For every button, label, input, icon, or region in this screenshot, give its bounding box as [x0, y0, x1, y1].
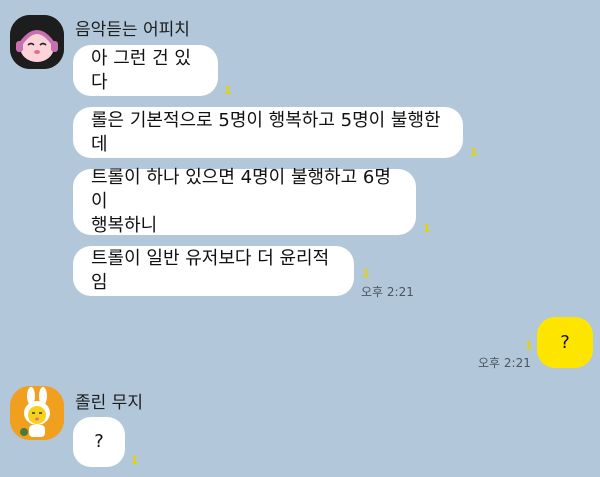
unread-count: 1 — [131, 454, 139, 467]
message-text-line-2: 행복하니 — [91, 215, 158, 236]
message-text: ? — [560, 331, 570, 353]
message-text: ? — [94, 431, 104, 452]
unread-count: 1 — [470, 146, 478, 159]
sender-name-apeach: 음악듣는 어피치 — [75, 20, 190, 40]
apeach-headphones-icon — [10, 15, 64, 69]
message-text: 아 그런 건 있다 — [91, 47, 191, 93]
message-bubble[interactable]: 트롤이 일반 유저보다 더 윤리적임 — [73, 246, 354, 296]
unread-count: 1 — [362, 267, 370, 280]
sender-name-muzi: 졸린 무지 — [75, 393, 143, 413]
message-time: 오후 2:21 — [361, 285, 414, 299]
message-bubble[interactable]: ? — [73, 417, 125, 467]
my-message-bubble[interactable]: ? — [537, 317, 593, 368]
message-text: 트롤이 일반 유저보다 더 윤리적임 — [91, 248, 330, 293]
message-bubble[interactable]: 트롤이 하나 있으면 4명이 불행하고 6명이 행복하니 — [73, 167, 416, 236]
unread-count: 1 — [423, 222, 431, 235]
message-time: 오후 2:21 — [478, 356, 531, 370]
unread-count: 1 — [224, 84, 232, 97]
avatar-muzi[interactable] — [10, 386, 64, 440]
message-bubble[interactable]: 아 그런 건 있다 — [73, 45, 218, 96]
muzi-sleepy-icon — [10, 386, 64, 440]
avatar-apeach[interactable] — [10, 15, 64, 69]
message-text-line-1: 트롤이 하나 있으면 4명이 불행하고 6명이 — [91, 167, 391, 212]
message-bubble[interactable]: 롤은 기본적으로 5명이 행복하고 5명이 불행한데 — [73, 107, 463, 158]
unread-count: 1 — [525, 339, 533, 352]
message-text: 롤은 기본적으로 5명이 행복하고 5명이 불행한데 — [91, 109, 441, 155]
